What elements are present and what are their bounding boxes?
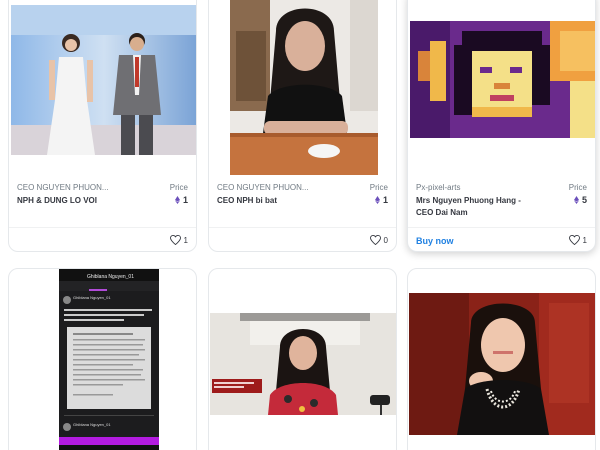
price-value: 5	[573, 195, 587, 205]
price-amount: 5	[581, 195, 587, 205]
phone-footer-author: Ghiblana Nguyen_01	[73, 422, 111, 427]
collection-name[interactable]: CEO NGUYEN PHUON...	[17, 183, 109, 192]
nft-card-3[interactable]: Px-pixel-arts Mrs Nguyen Phuong Hang - C…	[407, 0, 596, 252]
like-count: 0	[383, 235, 388, 245]
card-footer: 0	[209, 227, 396, 251]
heart-icon	[369, 235, 381, 245]
like-button[interactable]: 1	[568, 235, 587, 245]
heart-icon	[568, 235, 580, 245]
nft-card-4[interactable]: Ghiblana Nguyen_01 Ghiblana Nguyen_01 Gh…	[8, 268, 197, 450]
price-value: 1	[374, 195, 388, 205]
collection-name[interactable]: CEO NGUYEN PHUON...	[217, 183, 309, 192]
phone-header-name: Ghiblana Nguyen_01	[87, 274, 134, 280]
nft-image-stage-photo	[11, 5, 196, 155]
nft-image-studio-portrait	[409, 293, 595, 435]
buy-now-button[interactable]: Buy now	[416, 236, 454, 246]
like-count: 1	[582, 235, 587, 245]
price-label: Price	[568, 183, 587, 192]
nft-card-1[interactable]: CEO NGUYEN PHUON... NPH & DUNG LO VOI Pr…	[8, 0, 197, 252]
nft-image-container	[408, 0, 595, 157]
price-amount: 1	[182, 195, 188, 205]
nft-title[interactable]: Mrs Nguyen Phuong Hang - CEO Dai Nam	[416, 195, 536, 219]
price-amount: 1	[382, 195, 388, 205]
price-label: Price	[369, 183, 388, 192]
price-label: Price	[169, 183, 188, 192]
card-footer: Buy now 1	[408, 227, 595, 251]
nft-card-6[interactable]	[407, 268, 596, 450]
collection-name[interactable]: Px-pixel-arts	[416, 183, 460, 192]
eth-icon	[573, 196, 579, 204]
like-count: 1	[183, 235, 188, 245]
nft-image-container	[9, 0, 196, 157]
nft-card-2[interactable]: CEO NGUYEN PHUON... CEO NPH bi bat Price…	[208, 0, 397, 252]
nft-image-container	[209, 0, 396, 177]
nft-title[interactable]: CEO NPH bi bat	[217, 195, 337, 207]
price-value: 1	[174, 195, 188, 205]
card-footer: 1	[9, 227, 196, 251]
nft-card-5[interactable]	[208, 268, 397, 450]
like-button[interactable]: 0	[369, 235, 388, 245]
nft-image-pixel-art	[410, 21, 595, 138]
nft-image-office-photo	[210, 313, 396, 415]
nft-image-phone-screenshot: Ghiblana Nguyen_01 Ghiblana Nguyen_01 Gh…	[59, 269, 159, 450]
heart-icon	[169, 235, 181, 245]
nft-image-portrait-photo	[230, 0, 378, 175]
eth-icon	[374, 196, 380, 204]
phone-post-author: Ghiblana Nguyen_01	[73, 295, 111, 300]
like-button[interactable]: 1	[169, 235, 188, 245]
eth-icon	[174, 196, 180, 204]
nft-title[interactable]: NPH & DUNG LO VOI	[17, 195, 137, 207]
